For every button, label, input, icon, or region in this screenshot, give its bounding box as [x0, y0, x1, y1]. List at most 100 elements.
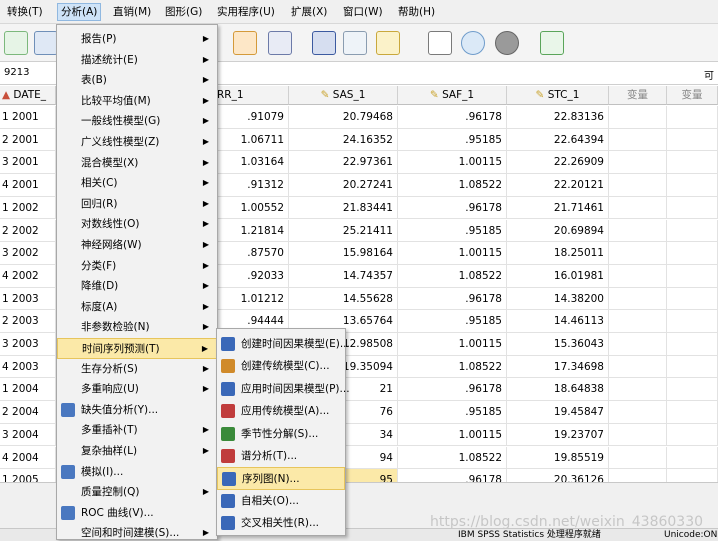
analyze-menu-item[interactable]: 回归(R) ▶ [57, 194, 217, 215]
table-cell[interactable] [667, 333, 718, 355]
analyze-menu-item[interactable]: 混合模型(X) ▶ [57, 153, 217, 174]
table-cell[interactable] [609, 174, 667, 197]
table-cell[interactable]: 3 2003 [0, 333, 56, 355]
table-cell[interactable]: 22.20121 [507, 174, 609, 197]
column-header-stc1[interactable]: ✎ STC_1 [507, 86, 609, 105]
table-cell[interactable]: 1 2004 [0, 378, 56, 401]
table-cell[interactable] [667, 287, 718, 310]
table-cell[interactable]: 4 2002 [0, 264, 56, 287]
table-cell[interactable]: 22.97361 [289, 151, 398, 174]
table-cell[interactable]: 1.06711 [215, 128, 289, 151]
analyze-menu-item[interactable]: 质量控制(Q) ▶ [57, 482, 217, 503]
weight-cases-icon[interactable] [343, 31, 367, 55]
table-cell[interactable]: .95185 [398, 310, 507, 333]
value-labels-icon[interactable] [428, 31, 452, 55]
menu-extensions[interactable]: 扩展(X) [288, 4, 330, 20]
analyze-menu-item[interactable]: 表(B) ▶ [57, 70, 217, 91]
goto-case-icon[interactable] [34, 31, 58, 55]
table-cell[interactable]: 19.23707 [507, 423, 609, 446]
table-cell[interactable]: .87570 [215, 242, 289, 265]
menu-direct-marketing[interactable]: 直销(M) [110, 4, 154, 20]
table-cell[interactable] [609, 401, 667, 424]
time-series-menu-item[interactable]: 创建传统模型(C)... [217, 355, 345, 377]
select-cases-icon[interactable] [268, 31, 292, 55]
table-cell[interactable]: 25.21411 [289, 219, 398, 242]
table-cell[interactable]: 21.71461 [507, 196, 609, 219]
table-cell[interactable]: .96178 [398, 469, 507, 482]
menu-help[interactable]: 帮助(H) [395, 4, 438, 20]
time-series-menu-item[interactable]: 交叉相关性(R)... [217, 512, 345, 534]
table-cell[interactable]: .91312 [215, 174, 289, 197]
table-cell[interactable]: 1 2005 [0, 469, 56, 482]
menu-window[interactable]: 窗口(W) [340, 4, 386, 20]
table-cell[interactable]: 1 2001 [0, 106, 56, 128]
table-cell[interactable]: 3 2001 [0, 151, 56, 174]
table-cell[interactable] [609, 469, 667, 482]
table-cell[interactable]: .96178 [398, 378, 507, 401]
table-cell[interactable] [667, 446, 718, 469]
table-cell[interactable] [667, 219, 718, 242]
table-cell[interactable]: 2 2004 [0, 401, 56, 424]
table-cell[interactable] [609, 423, 667, 446]
table-cell[interactable]: 3 2004 [0, 423, 56, 446]
table-cell[interactable] [667, 378, 718, 401]
table-cell[interactable] [609, 287, 667, 310]
table-cell[interactable]: 1 2003 [0, 287, 56, 310]
grid-icon[interactable] [376, 31, 400, 55]
table-cell[interactable]: 1 2002 [0, 196, 56, 219]
table-cell[interactable]: .95185 [398, 128, 507, 151]
table-cell[interactable]: 1.00115 [398, 242, 507, 265]
table-cell[interactable] [667, 151, 718, 174]
table-cell[interactable]: 15.98164 [289, 242, 398, 265]
table-cell[interactable] [667, 106, 718, 128]
table-cell[interactable]: 1.21814 [215, 219, 289, 242]
analyze-menu-item[interactable]: 非参数检验(N) ▶ [57, 317, 217, 338]
table-cell[interactable]: 20.36126 [507, 469, 609, 482]
analyze-menu-item[interactable]: 模拟(I)... [57, 462, 217, 483]
table-cell[interactable] [609, 378, 667, 401]
column-header-var[interactable]: 变量 [667, 86, 718, 105]
table-cell[interactable]: 22.83136 [507, 106, 609, 128]
analyze-menu-item[interactable]: 一般线性模型(G) ▶ [57, 111, 217, 132]
table-cell[interactable]: 16.01981 [507, 264, 609, 287]
time-series-menu-item[interactable]: 序列图(N)... [217, 467, 345, 490]
table-cell[interactable]: 18.64838 [507, 378, 609, 401]
time-series-menu-item[interactable]: 应用传统模型(A)... [217, 400, 345, 422]
table-cell[interactable]: 4 2001 [0, 174, 56, 197]
column-header-sas1[interactable]: ✎ SAS_1 [289, 86, 398, 105]
table-cell[interactable] [667, 174, 718, 197]
table-cell[interactable]: 14.38200 [507, 287, 609, 310]
table-cell[interactable]: 21.83441 [289, 196, 398, 219]
table-cell[interactable]: .92033 [215, 264, 289, 287]
table-cell[interactable]: 2 2002 [0, 219, 56, 242]
table-cell[interactable] [609, 333, 667, 355]
table-cell[interactable]: 22.64394 [507, 128, 609, 151]
table-cell[interactable]: 4 2004 [0, 446, 56, 469]
analyze-menu-item[interactable]: 生存分析(S) ▶ [57, 359, 217, 380]
table-cell[interactable]: .95185 [398, 219, 507, 242]
analyze-menu-item[interactable]: 缺失值分析(Y)... [57, 400, 217, 421]
analyze-menu-item[interactable]: 降维(D) ▶ [57, 276, 217, 297]
table-cell[interactable]: 15.36043 [507, 333, 609, 355]
table-cell[interactable]: 14.46113 [507, 310, 609, 333]
analyze-menu-item[interactable]: 描述统计(E) ▶ [57, 50, 217, 71]
analyze-menu-item[interactable]: 神经网络(W) ▶ [57, 235, 217, 256]
table-cell[interactable]: 3 2002 [0, 242, 56, 265]
analyze-menu-item[interactable]: 时间序列预测(T) ▶ [57, 338, 217, 359]
table-cell[interactable] [667, 264, 718, 287]
menu-analyze[interactable]: 分析(A) [57, 3, 102, 21]
table-cell[interactable] [609, 446, 667, 469]
time-series-menu-item[interactable]: 季节性分解(S)... [217, 423, 345, 445]
table-cell[interactable]: 1.00115 [398, 333, 507, 355]
table-cell[interactable]: .95185 [398, 401, 507, 424]
table-cell[interactable] [609, 310, 667, 333]
table-cell[interactable] [667, 401, 718, 424]
spell-check-icon[interactable] [540, 31, 564, 55]
analyze-menu-item[interactable]: 相关(C) ▶ [57, 173, 217, 194]
table-cell[interactable]: .96178 [398, 287, 507, 310]
table-cell[interactable]: .96178 [398, 196, 507, 219]
table-cell[interactable]: 1.00115 [398, 151, 507, 174]
column-header-date[interactable]: ▲ DATE_ [0, 86, 56, 105]
split-file-icon[interactable] [233, 31, 257, 55]
table-cell[interactable]: 1.00115 [398, 423, 507, 446]
